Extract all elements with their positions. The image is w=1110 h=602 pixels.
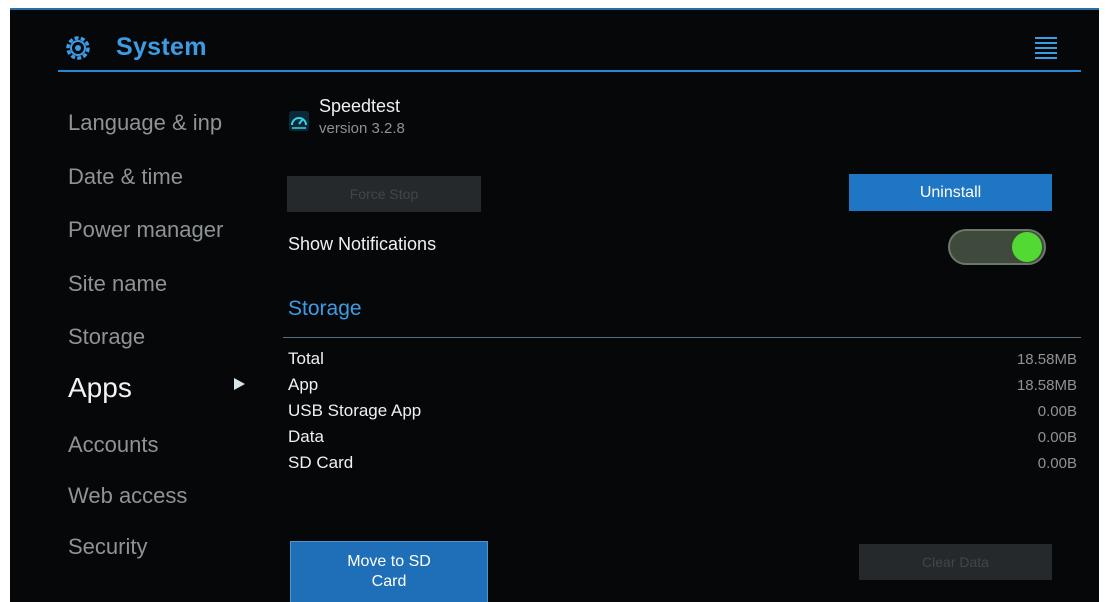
sidebar-item-accounts[interactable]: Accounts [68,432,258,458]
storage-divider [283,337,1081,338]
storage-total-value: 18.58MB [1016,351,1077,368]
system-settings-screen: System Language & inp Date & time Power … [10,8,1099,602]
sidebar-item-apps[interactable]: Apps [68,372,258,404]
app-details-panel: Speedtest version 3.2.8 Force Stop Unins… [260,72,1099,602]
storage-usb-label: USB Storage App [288,401,422,420]
storage-sdcard-label: SD Card [288,453,354,472]
sidebar-item-language[interactable]: Language & inp [68,110,258,136]
speedometer-icon [289,111,309,131]
sidebar: Language & inp Date & time Power manager… [10,72,260,602]
storage-total-label: Total [288,349,324,368]
page-title: System [116,33,207,61]
force-stop-button[interactable]: Force Stop [287,176,481,212]
app-version: version 3.2.8 [319,120,405,137]
active-arrow-icon [234,378,245,390]
header: System [10,10,1099,72]
notifications-toggle[interactable] [948,229,1046,265]
storage-app-label: App [288,375,319,394]
clear-data-button[interactable]: Clear Data [859,544,1052,580]
move-to-sd-button[interactable]: Move to SD Card [290,541,488,602]
gear-icon [66,36,90,60]
sidebar-item-security[interactable]: Security [68,534,258,560]
storage-data-label: Data [288,427,324,446]
sidebar-item-power-manager[interactable]: Power manager [68,217,258,243]
storage-section-title: Storage [288,297,362,320]
storage-usb-value: 0.00B [1037,403,1077,420]
sidebar-item-storage[interactable]: Storage [68,324,258,350]
show-notifications-label: Show Notifications [288,234,437,254]
uninstall-button[interactable]: Uninstall [849,174,1052,211]
sidebar-item-web-access[interactable]: Web access [68,483,258,509]
sidebar-item-date-time[interactable]: Date & time [68,164,258,190]
storage-sdcard-value: 0.00B [1037,455,1077,472]
app-name: Speedtest [319,96,401,116]
toggle-knob [1012,232,1042,262]
storage-app-value: 18.58MB [1016,377,1077,394]
storage-data-value: 0.00B [1037,429,1077,446]
menu-icon[interactable] [1035,37,1057,59]
sidebar-item-site-name[interactable]: Site name [68,271,258,297]
